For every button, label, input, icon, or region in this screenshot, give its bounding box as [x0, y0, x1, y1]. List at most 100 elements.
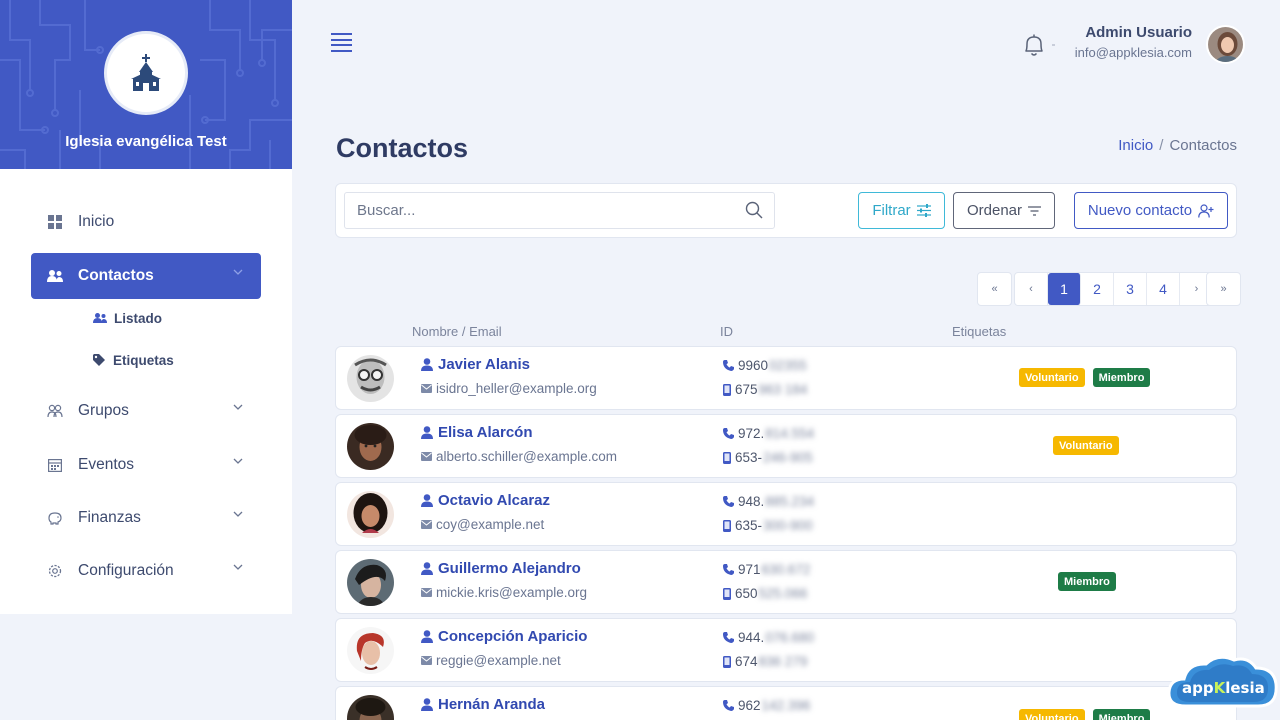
order-button[interactable]: Ordenar: [953, 192, 1055, 229]
hamburger-menu-icon[interactable]: [331, 33, 352, 53]
pagination-page-1[interactable]: 1: [1048, 273, 1081, 305]
sidebar-item-contactos[interactable]: Contactos: [31, 253, 261, 299]
contact-mobile: 675 963 184: [723, 382, 807, 397]
column-header-tags: Etiquetas: [952, 324, 1007, 339]
phone-visible: 948.: [738, 494, 765, 509]
users-icon: [93, 313, 107, 323]
sidebar-item-label: Inicio: [78, 213, 115, 230]
sidebar-item-label: Finanzas: [78, 509, 141, 526]
phone-visible: 962: [738, 698, 761, 713]
chevron-down-icon: [233, 269, 243, 275]
sidebar-item-finanzas[interactable]: Finanzas: [31, 495, 261, 541]
pagination-page-3[interactable]: 3: [1114, 273, 1147, 305]
appklesia-logo[interactable]: appKlesia: [1166, 650, 1280, 710]
contact-name: Elisa Alarcón: [438, 424, 533, 441]
dashboard-icon: [47, 214, 63, 230]
contact-avatar: [347, 627, 394, 674]
user-avatar[interactable]: [1206, 25, 1245, 64]
contact-mobile: 674 836 279: [723, 654, 807, 669]
contact-phone: 962 142.396: [723, 698, 810, 713]
table-row[interactable]: Javier Alanis isidro_heller@example.org …: [335, 346, 1237, 410]
user-icon: [421, 630, 433, 643]
mobile-icon: [723, 451, 731, 464]
contact-name-link[interactable]: Octavio Alcaraz: [421, 492, 550, 509]
phone-visible: 650: [735, 586, 758, 601]
phone-hidden: 246-905: [763, 450, 813, 465]
search-icon[interactable]: [745, 201, 763, 219]
breadcrumb-home-link[interactable]: Inicio: [1118, 137, 1153, 154]
sidebar-subitem-listado[interactable]: Listado: [93, 307, 162, 329]
pagination-last[interactable]: »: [1206, 272, 1241, 306]
contact-name: Concepción Aparicio: [438, 628, 588, 645]
phone-visible: 635-: [735, 518, 763, 533]
contact-email: mickie.kris@example.org: [421, 585, 587, 600]
table-row[interactable]: Hernán Aranda 962 142.396 Voluntario Mie…: [335, 686, 1237, 720]
sidebar: Iglesia evangélica Test Inicio Contactos…: [0, 0, 292, 614]
notification-caret: [1052, 44, 1055, 46]
table-row[interactable]: Elisa Alarcón alberto.schiller@example.c…: [335, 414, 1237, 478]
tag-miembro: Miembro: [1092, 709, 1151, 720]
pagination-last-button[interactable]: »: [1207, 273, 1240, 305]
sidebar-item-label: Grupos: [78, 402, 129, 419]
phone-visible: 944.: [738, 630, 765, 645]
mobile-icon: [723, 655, 731, 668]
contact-mobile: 635- 300-900: [723, 518, 813, 533]
contact-mobile: 653- 246-905: [723, 450, 813, 465]
pagination-page-2[interactable]: 2: [1081, 273, 1114, 305]
table-row[interactable]: Guillermo Alejandro mickie.kris@example.…: [335, 550, 1237, 614]
table-row[interactable]: Octavio Alcaraz coy@example.net 948. 885.…: [335, 482, 1237, 546]
contact-email-text: isidro_heller@example.org: [436, 381, 597, 396]
pagination-page-4[interactable]: 4: [1147, 273, 1180, 305]
sidebar-subitem-etiquetas[interactable]: Etiquetas: [93, 349, 174, 371]
calendar-icon: [47, 457, 63, 473]
phone-hidden: 630.672: [761, 562, 811, 577]
breadcrumb: Inicio / Contactos: [1118, 137, 1237, 154]
sidebar-item-configuracion[interactable]: Configuración: [31, 548, 261, 594]
phone-hidden: 525.066: [758, 586, 808, 601]
new-contact-button[interactable]: Nuevo contacto: [1074, 192, 1228, 229]
phone-icon: [723, 360, 734, 371]
phone-icon: [723, 564, 734, 575]
tag-voluntario: Voluntario: [1019, 709, 1085, 720]
column-header-name-email: Nombre / Email: [412, 324, 502, 339]
search-input[interactable]: [344, 192, 775, 229]
mobile-icon: [723, 587, 731, 600]
contact-name-link[interactable]: Hernán Aranda: [421, 696, 545, 713]
breadcrumb-current: Contactos: [1169, 137, 1237, 154]
contact-tags: Voluntario: [1053, 436, 1119, 455]
table-row[interactable]: Concepción Aparicio reggie@example.net 9…: [335, 618, 1237, 682]
contact-phone: 944. 076.680: [723, 630, 814, 645]
contact-name-link[interactable]: Javier Alanis: [421, 356, 530, 373]
church-logo: [104, 31, 188, 115]
sliders-icon: [916, 204, 931, 217]
contact-name-link[interactable]: Guillermo Alejandro: [421, 560, 581, 577]
user-icon: [421, 358, 433, 371]
phone-icon: [723, 428, 734, 439]
contact-name-link[interactable]: Concepción Aparicio: [421, 628, 587, 645]
pagination-first-button[interactable]: «: [978, 273, 1011, 305]
sidebar-item-eventos[interactable]: Eventos: [31, 442, 261, 488]
sidebar-item-inicio[interactable]: Inicio: [31, 199, 261, 245]
filter-button[interactable]: Filtrar: [858, 192, 945, 229]
sidebar-item-label: Configuración: [78, 562, 174, 579]
contact-email: coy@example.net: [421, 517, 544, 532]
pagination-prev-button[interactable]: ‹: [1015, 273, 1048, 305]
phone-hidden: 885.234: [765, 494, 815, 509]
sidebar-item-grupos[interactable]: Grupos: [31, 388, 261, 434]
envelope-icon: [421, 384, 432, 393]
users-icon: [47, 268, 63, 284]
contact-tags: Voluntario Miembro: [1019, 368, 1151, 387]
chevron-down-icon: [233, 564, 243, 570]
add-user-icon: [1198, 203, 1214, 218]
contact-phone: 971 630.672: [723, 562, 810, 577]
contact-tags: Voluntario Miembro: [1019, 709, 1151, 720]
contact-name-link[interactable]: Elisa Alarcón: [421, 424, 532, 441]
contact-name: Javier Alanis: [438, 356, 530, 373]
pagination-first[interactable]: «: [977, 272, 1012, 306]
bell-icon[interactable]: [1022, 32, 1046, 58]
mobile-icon: [723, 383, 731, 396]
svg-text:appKlesia: appKlesia: [1182, 679, 1265, 697]
user-name[interactable]: Admin Usuario: [1085, 24, 1192, 41]
new-contact-button-label: Nuevo contacto: [1087, 202, 1193, 219]
tag-voluntario: Voluntario: [1053, 436, 1119, 455]
